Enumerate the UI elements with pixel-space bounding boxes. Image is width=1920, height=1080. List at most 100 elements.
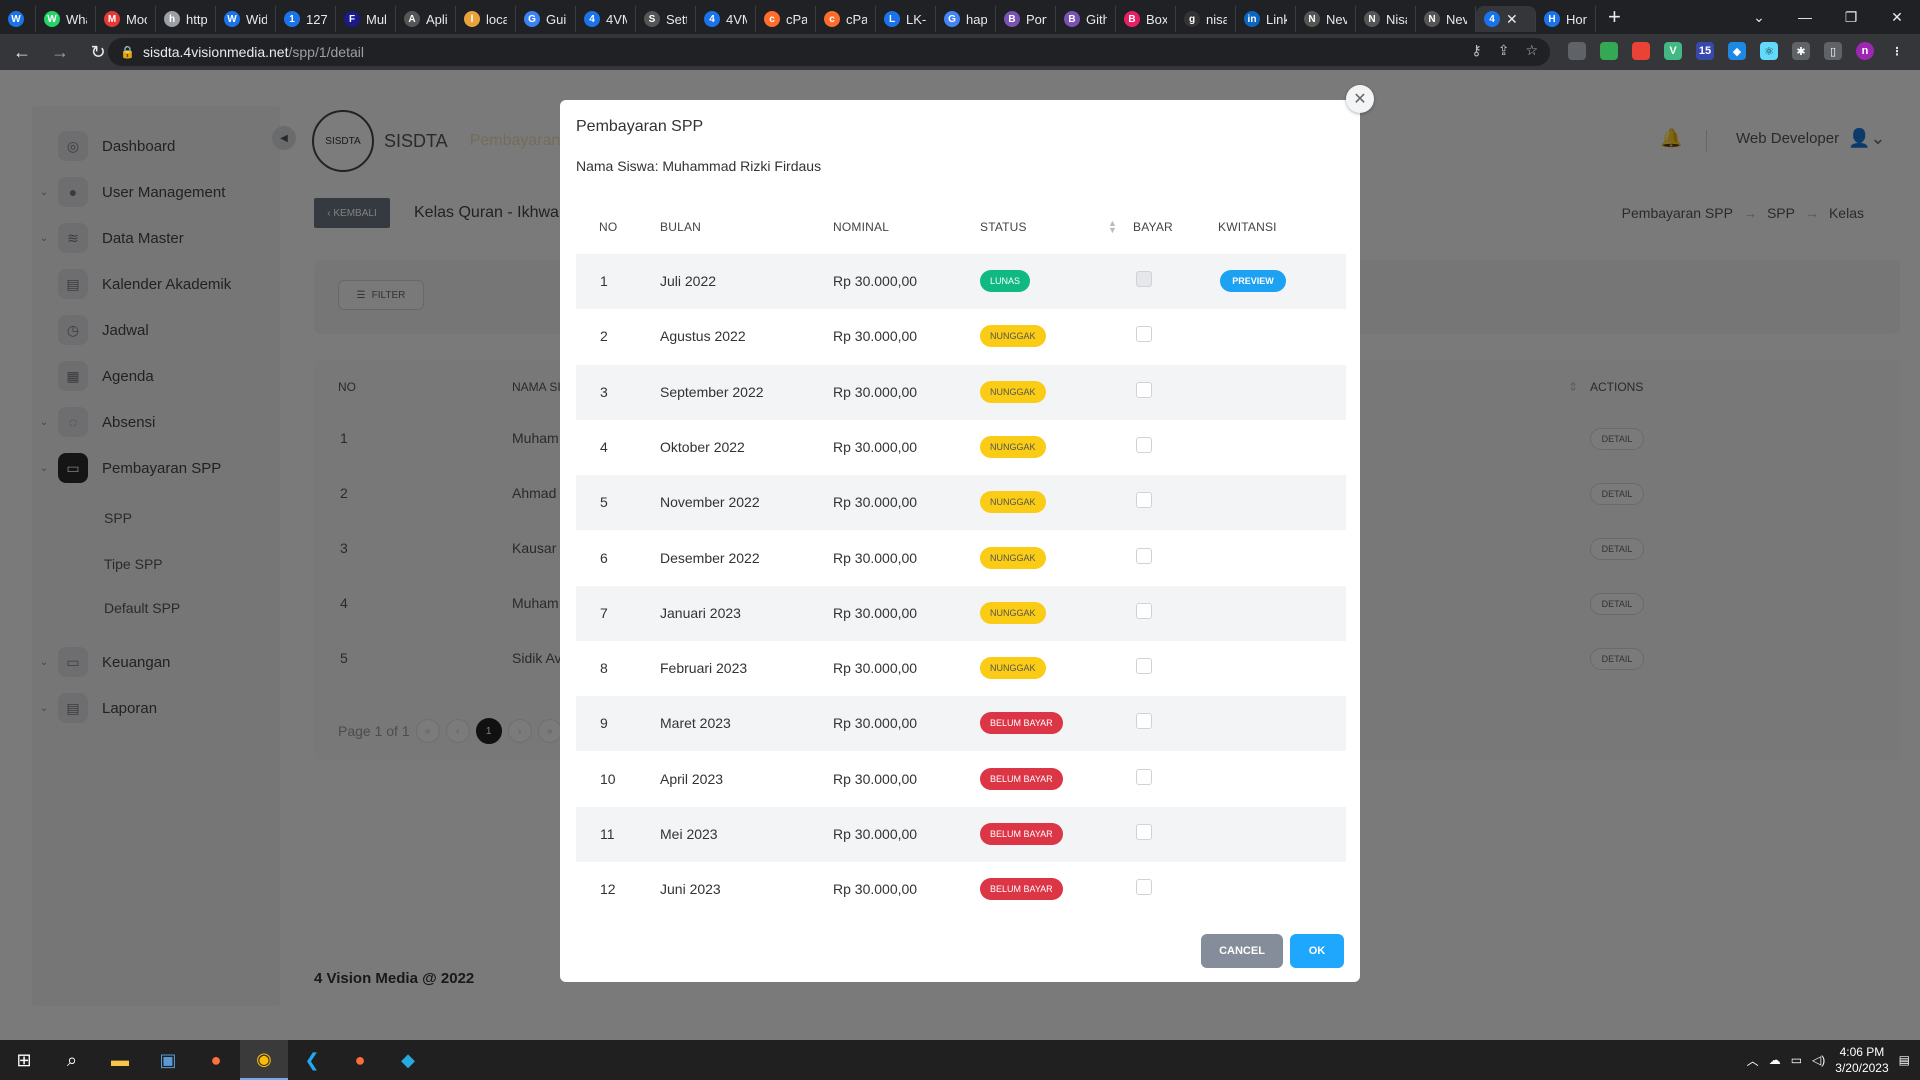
cancel-button[interactable]: CANCEL (1201, 934, 1283, 968)
postman-icon[interactable]: ● (336, 1040, 384, 1080)
browser-tab[interactable]: M Moc (96, 6, 156, 32)
browser-tab[interactable]: lloca (456, 6, 516, 32)
cell-no: 9 (600, 715, 608, 732)
ok-button[interactable]: OK (1290, 934, 1344, 968)
extension-icon[interactable] (1568, 42, 1586, 60)
network-icon[interactable]: ▭ (1791, 1053, 1802, 1067)
bayar-checkbox[interactable] (1136, 879, 1152, 896)
bayar-checkbox[interactable] (1136, 824, 1152, 840)
tab-title: Box (1146, 11, 1167, 27)
clock[interactable]: 4:06 PM 3/20/2023 (1835, 1044, 1888, 1076)
cell-bulan: Januari 2023 (660, 604, 741, 621)
preview-button[interactable]: PREVIEW (1220, 270, 1286, 292)
bayar-checkbox[interactable] (1136, 768, 1152, 785)
tab-favicon-icon: H (1544, 11, 1560, 27)
extensions-bar: V 15 ◆ ⚛ ✱ ▯ n ⋮ (1568, 42, 1906, 60)
browser-tab[interactable]: B Gith (1056, 6, 1116, 32)
browser-tab[interactable]: S Setti (636, 6, 696, 32)
extension-icon[interactable] (1600, 42, 1618, 60)
cloud-icon[interactable]: ☁ (1769, 1053, 1781, 1067)
firefox-icon[interactable]: ● (192, 1040, 240, 1080)
cell-bulan: Oktober 2022 (660, 438, 745, 455)
cell-nominal: Rp 30.000,00 (833, 383, 918, 400)
browser-tab[interactable]: G Guil (516, 6, 576, 32)
bayar-checkbox[interactable] (1136, 547, 1152, 564)
browser-tab[interactable]: gnisa (1176, 6, 1236, 32)
vscode-icon[interactable]: ❮ (288, 1040, 336, 1080)
tab-search-icon[interactable]: ⌄ (1736, 9, 1782, 26)
browser-tab[interactable]: Ghap (936, 6, 996, 32)
bayar-checkbox[interactable] (1136, 658, 1152, 675)
bayar-checkbox[interactable] (1136, 436, 1152, 453)
browser-tab[interactable]: F Mul (336, 6, 396, 32)
app-icon[interactable]: ◆ (384, 1040, 432, 1080)
file-explorer-icon[interactable]: ▬ (96, 1040, 144, 1080)
tab-favicon-icon: B (1064, 11, 1080, 27)
browser-tab[interactable]: W Wha (36, 6, 96, 32)
tab-title: Hon (1566, 11, 1587, 27)
cell-nominal: Rp 30.000,00 (833, 273, 918, 289)
address-bar[interactable]: 🔒 sisdta.4visionmedia.net/spp/1/detail ⚷… (108, 38, 1550, 66)
forward-icon[interactable]: → (44, 42, 76, 63)
browser-tab[interactable]: ccPar (816, 6, 876, 32)
bayar-checkbox[interactable] (1136, 713, 1152, 730)
browser-tab[interactable]: N Nev (1296, 6, 1356, 32)
share-icon[interactable]: ⇪ (1498, 42, 1510, 59)
browser-tab[interactable]: W (0, 6, 36, 32)
key-icon[interactable]: ⚷ (1471, 42, 1481, 59)
minimize-icon[interactable]: — (1782, 9, 1828, 25)
cell-no: 12 (600, 881, 616, 898)
browser-tab[interactable]: 1 127. (276, 6, 336, 32)
new-tab-icon[interactable]: + (1596, 4, 1633, 30)
browser-tab[interactable]: B Port (996, 6, 1056, 32)
browser-tab[interactable]: A Apli (396, 6, 456, 32)
header-bayar: BAYAR (1133, 220, 1173, 234)
browser-tab[interactable]: B Box (1116, 6, 1176, 32)
restore-icon[interactable]: ❐ (1828, 9, 1874, 26)
close-modal-icon[interactable]: ✕ (1346, 85, 1374, 113)
tab-favicon-icon: 4 (704, 11, 720, 27)
bayar-checkbox[interactable] (1136, 492, 1152, 509)
menu-icon[interactable]: ⋮ (1888, 42, 1906, 60)
browser-tab[interactable]: 4 ✕ (1476, 6, 1536, 32)
bayar-checkbox[interactable] (1136, 602, 1152, 619)
sort-icon[interactable]: ▲ ▼ (1108, 219, 1117, 235)
payment-row: 6 Desember 2022 Rp 30.000,00 NUNGGAK (576, 531, 1346, 586)
chevron-up-icon[interactable]: ︿ (1747, 1052, 1759, 1069)
extension-icon[interactable]: 15 (1696, 42, 1714, 60)
close-window-icon[interactable]: ✕ (1874, 9, 1920, 26)
browser-tab[interactable]: N Nev (1416, 6, 1476, 32)
extension-icon[interactable]: ◆ (1728, 42, 1746, 60)
volume-icon[interactable]: ◁) (1812, 1053, 1825, 1067)
puzzle-icon[interactable]: ✱ (1792, 42, 1810, 60)
browser-tab[interactable]: 4 4VM (576, 6, 636, 32)
browser-tab[interactable]: 4 4VM (696, 6, 756, 32)
extension-icon[interactable] (1632, 42, 1650, 60)
browser-tab[interactable]: W Wid (216, 6, 276, 32)
browser-tab[interactable]: ccPar (756, 6, 816, 32)
bayar-checkbox[interactable] (1136, 381, 1152, 398)
header-kwitansi: KWITANSI (1218, 220, 1277, 234)
windows-start-icon[interactable]: ⊞ (0, 1040, 48, 1080)
tab-favicon-icon: l (464, 11, 480, 27)
bayar-checkbox[interactable] (1136, 326, 1152, 343)
tab-favicon-icon: g (1184, 11, 1200, 27)
vue-devtools-icon[interactable]: V (1664, 42, 1682, 60)
app-icon[interactable]: ▣ (144, 1040, 192, 1080)
browser-tab[interactable]: L LK-L (876, 6, 936, 32)
tab-close-icon[interactable]: ✕ (1506, 11, 1518, 28)
browser-tab[interactable]: h http (156, 6, 216, 32)
browser-tab[interactable]: N Nisa (1356, 6, 1416, 32)
browser-tab[interactable]: in Link (1236, 6, 1296, 32)
profile-avatar[interactable]: n (1856, 42, 1874, 60)
browser-tab[interactable]: H Hon (1536, 6, 1596, 32)
sidepanel-icon[interactable]: ▯ (1824, 42, 1842, 60)
back-icon[interactable]: ← (6, 42, 38, 63)
cell-nominal: Rp 30.000,00 (833, 328, 918, 345)
chrome-icon[interactable]: ◉ (240, 1040, 288, 1080)
search-icon[interactable]: ⌕ (48, 1040, 96, 1080)
star-icon[interactable]: ☆ (1525, 42, 1538, 59)
browser-tab-bar: W W Wha M Moc hhttp W Wid 1 127. F Mul A Apli lloca G Gu… (0, 0, 1920, 34)
react-devtools-icon[interactable]: ⚛ (1760, 42, 1778, 60)
notification-icon[interactable]: ▤ (1899, 1053, 1910, 1067)
